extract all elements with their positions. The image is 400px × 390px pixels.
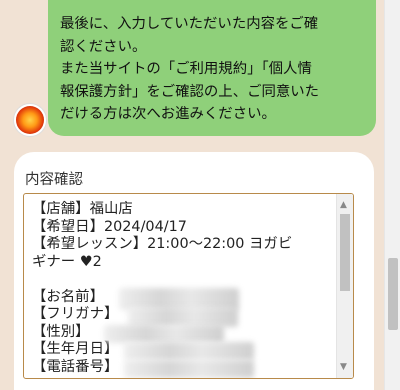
confirm-line-store: 【店舗】福山店	[32, 201, 133, 217]
avatar-image	[16, 106, 44, 134]
confirm-line-date: 【希望日】2024/04/17	[32, 218, 187, 235]
scroll-up-icon[interactable]: ▲	[340, 200, 347, 210]
scroll-down-icon[interactable]: ▼	[340, 362, 347, 372]
redacted-birthdate	[124, 342, 254, 360]
message-line: 認ください。	[60, 38, 147, 55]
redacted-furigana	[128, 307, 238, 327]
redacted-phone	[124, 360, 254, 378]
message-line: だける方は次へお進みください。	[60, 106, 276, 122]
message-line: また当サイトの「ご利用規約」「個人情	[60, 61, 312, 77]
confirm-line-lesson: 【希望レッスン】21:00～22:00 ヨガビ	[32, 236, 293, 252]
card-title: 内容確認	[25, 172, 83, 188]
textarea-scroll-thumb[interactable]	[340, 214, 350, 291]
redacted-gender	[104, 325, 224, 343]
confirm-line-blank	[32, 271, 342, 289]
confirmation-card: 内容確認 【店舗】福山店 【希望日】2024/04/17 【希望レッスン】21:…	[14, 152, 374, 390]
flame-avatar-icon	[13, 103, 47, 137]
confirmation-textarea[interactable]: 【店舗】福山店 【希望日】2024/04/17 【希望レッスン】21:00～22…	[23, 193, 354, 379]
confirm-line-lesson-cont: ギナー ♥2	[32, 253, 102, 270]
textarea-scrollbar[interactable]: ▲ ▼	[336, 194, 353, 378]
message-line: 報保護方針」をご確認の上、ご同意いた	[60, 83, 320, 100]
chat-area: 最後に、入力していただいた内容をご確 認ください。 また当サイトの「ご利用規約」…	[0, 0, 384, 390]
message-line: 最後に、入力していただいた内容をご確	[60, 16, 319, 32]
bot-message-bubble: 最後に、入力していただいた内容をご確 認ください。 また当サイトの「ご利用規約」…	[48, 0, 376, 136]
page-scrollbar[interactable]	[384, 0, 400, 390]
page-scroll-thumb[interactable]	[388, 258, 398, 330]
